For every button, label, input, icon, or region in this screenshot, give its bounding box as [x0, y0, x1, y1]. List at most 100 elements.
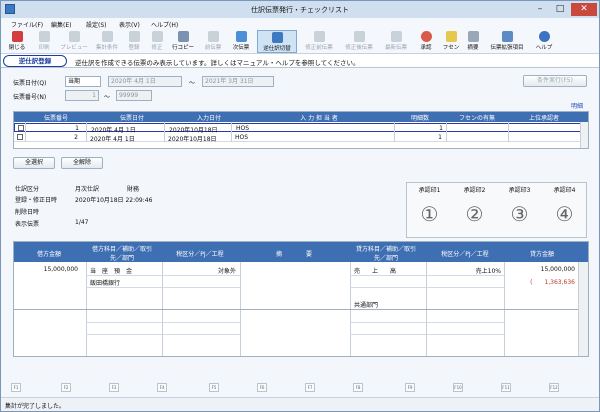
window-title: 仕訳伝票発行・チェックリスト: [251, 6, 349, 14]
reverse-toggle-button[interactable]: 逆仕訳切替: [257, 30, 297, 53]
register-button[interactable]: 登録: [124, 30, 144, 53]
debit-sub-account[interactable]: 飯田橋銀行: [90, 278, 120, 287]
col-line-count: 明細数: [410, 115, 429, 122]
menu-help[interactable]: ヘルプ(H): [151, 20, 178, 29]
credit-account[interactable]: 売 上 高: [354, 266, 396, 275]
deleted-label: 削除日時: [15, 209, 40, 216]
f5-key[interactable]: F5: [209, 383, 219, 392]
debit-tax[interactable]: 対象外: [164, 266, 236, 275]
slip-info: 仕訳区分 月次仕訳 財務 登録・修正日時 2020年10月18日 22:09:4…: [13, 182, 405, 232]
menu-edit[interactable]: 編集(E): [51, 20, 71, 29]
credit-tax-amount: ( 1,363,636: [530, 279, 575, 286]
slip-list-header: 伝票番号 伝票日付 入力日付 入 力 担 当 者 明細数 フセンの有無 上位承認…: [14, 112, 588, 122]
menu-bar: ファイル(F) 編集(E) 設定(S) 表示(V) ヘルプ(H): [1, 18, 599, 29]
stamp-3-mark[interactable]: ③: [497, 202, 542, 226]
extension-button[interactable]: 伝票拡張項目: [485, 30, 529, 53]
approve-button[interactable]: 承認: [415, 30, 437, 53]
date-from-field[interactable]: 2020年 4月 1日: [108, 76, 182, 87]
toolbar: 閉じる 印刷 プレビュー 集計条件 登録 修正 行コピー 前伝票 次伝票 逆仕訳…: [1, 29, 599, 54]
f6-key[interactable]: F6: [257, 383, 267, 392]
divider: [86, 322, 240, 323]
deselect-all-button[interactable]: 全解除: [61, 157, 103, 169]
detail-link[interactable]: 明細: [571, 101, 583, 110]
divider: [86, 287, 240, 288]
latest-slip-button[interactable]: 最新伝票: [381, 30, 411, 53]
f9-key[interactable]: F9: [405, 383, 415, 392]
display-slip-value: 1/47: [75, 219, 89, 226]
close-window-icon[interactable]: ✕: [571, 3, 597, 16]
slip-list: 伝票番号 伝票日付 入力日付 入 力 担 当 者 明細数 フセンの有無 上位承認…: [13, 111, 589, 149]
stamp-3-header: 承認印3: [508, 187, 531, 194]
edit-button[interactable]: 修正: [147, 30, 167, 53]
reverse-icon: [271, 32, 283, 43]
row-checkbox[interactable]: [18, 125, 24, 131]
row-slip-date: 2020年 4月 1日: [90, 136, 135, 143]
list-scrollbar[interactable]: [580, 122, 588, 148]
divider: [86, 122, 87, 142]
col-debit-account: 借方科目／補助／取引先／部門: [91, 246, 152, 262]
filter-button[interactable]: 集計条件: [93, 30, 121, 53]
debit-account[interactable]: 当 座 預 金: [90, 266, 132, 275]
stamp-2-mark[interactable]: ②: [452, 202, 497, 226]
table-row[interactable]: 1 2020年 4月 1日 2020年10月18日 HOS 1: [14, 123, 588, 134]
divider: [508, 122, 509, 142]
f7-key[interactable]: F7: [305, 383, 315, 392]
close-button[interactable]: 閉じる: [5, 30, 29, 53]
menu-settings[interactable]: 設定(S): [86, 20, 107, 29]
help-button[interactable]: ヘルプ: [533, 30, 555, 53]
run-filter-button[interactable]: 条件実行(F5): [523, 75, 587, 87]
stamp-2-header: 承認印2: [463, 187, 486, 194]
row-line-count: 1: [438, 134, 442, 141]
after-edit-button[interactable]: 修正後伝票: [341, 30, 377, 53]
credit-tax[interactable]: 売上10%: [429, 266, 501, 275]
summary-button[interactable]: 摘要: [463, 30, 483, 53]
print-button[interactable]: 印刷: [33, 30, 55, 53]
f1-key[interactable]: F1: [11, 383, 21, 392]
minimize-icon[interactable]: –: [531, 3, 549, 16]
row-checkbox[interactable]: [17, 134, 23, 140]
credit-department[interactable]: 共通部門: [354, 300, 378, 309]
modified-value: 2020年10月18日 22:09:46: [75, 197, 153, 204]
filter-icon: [101, 31, 113, 42]
row-copy-button[interactable]: 行コピー: [171, 30, 195, 53]
stamp-1-header: 承認印1: [418, 187, 441, 194]
divider: [446, 122, 447, 142]
journal-scrollbar[interactable]: [578, 262, 588, 356]
stamp-1-mark[interactable]: ①: [407, 202, 452, 226]
prev-slip-button[interactable]: 前伝票: [201, 30, 225, 53]
debit-amount[interactable]: 15,000,000: [16, 266, 78, 273]
extension-icon: [501, 31, 513, 42]
display-slip-label: 表示伝票: [15, 221, 40, 228]
credit-amount[interactable]: 15,000,000: [509, 266, 575, 273]
menu-view[interactable]: 表示(V): [119, 20, 140, 29]
preview-button[interactable]: プレビュー: [59, 30, 89, 53]
stamp-4-mark[interactable]: ④: [542, 202, 587, 226]
maximize-icon[interactable]: □: [551, 3, 569, 16]
divider: [350, 334, 504, 335]
help-icon: [538, 31, 550, 42]
col-debit-tax: 税区分／PJ／工程: [176, 251, 224, 258]
f12-key[interactable]: F12: [549, 383, 559, 392]
table-row[interactable]: 2 2020年 4月 1日 2020年10月18日 HOS 1: [14, 133, 588, 143]
date-type-select[interactable]: 当期: [65, 76, 101, 87]
reverse-entry-mode-button[interactable]: 逆仕訳登録: [3, 55, 67, 67]
divider: [350, 275, 504, 276]
f3-key[interactable]: F3: [109, 383, 119, 392]
before-edit-button[interactable]: 修正前伝票: [301, 30, 337, 53]
divider: [14, 309, 578, 310]
date-to-field[interactable]: 2021年 3月 31日: [202, 76, 274, 87]
select-all-button[interactable]: 全選択: [13, 157, 55, 169]
f10-key[interactable]: F10: [453, 383, 463, 392]
menu-file[interactable]: ファイル(F): [11, 20, 43, 29]
f11-key[interactable]: F11: [501, 383, 511, 392]
f2-key[interactable]: F2: [61, 383, 71, 392]
register-icon: [128, 31, 140, 42]
number-to-field[interactable]: 99999: [116, 90, 152, 101]
f4-key[interactable]: F4: [157, 383, 167, 392]
number-from-field[interactable]: 1: [65, 90, 99, 101]
print-icon: [38, 31, 50, 42]
sticky-note-button[interactable]: フセン: [441, 30, 461, 53]
next-slip-button[interactable]: 次伝票: [229, 30, 253, 53]
f8-key[interactable]: F8: [353, 383, 363, 392]
col-summary: 摘 要: [275, 251, 312, 258]
